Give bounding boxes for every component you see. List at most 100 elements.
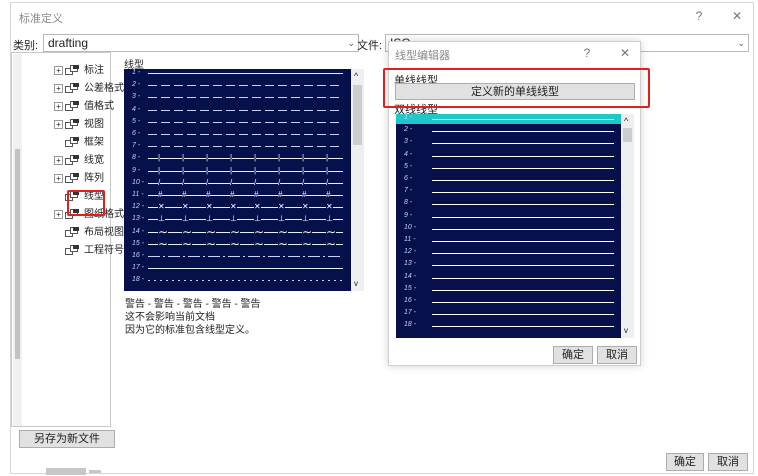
linetype-symbol: /: [254, 176, 257, 189]
scroll-up-icon[interactable]: ^: [624, 116, 628, 126]
linetype-scroll-thumb[interactable]: [353, 85, 362, 145]
linetype-symbol: ⊥: [326, 213, 333, 226]
linetype-row[interactable]: # # # # # # # #: [148, 189, 343, 201]
double-linetype-row[interactable]: [432, 265, 614, 267]
double-linetype-row[interactable]: [432, 192, 614, 194]
tree-item[interactable]: + 视图: [54, 115, 104, 131]
double-linetype-row[interactable]: [432, 167, 614, 169]
expand-icon[interactable]: +: [54, 65, 63, 75]
linetype-row[interactable]: [148, 146, 343, 148]
help-button[interactable]: ?: [689, 7, 709, 25]
save-as-new-file-button[interactable]: 另存为新文件: [19, 430, 115, 448]
row-number: 13 -: [404, 260, 417, 268]
linetype-row[interactable]: [148, 97, 343, 99]
row-number: 9 -: [132, 166, 141, 174]
linetype-row[interactable]: [148, 256, 343, 257]
linetype-symbol: ✕: [230, 201, 237, 214]
row-number: 12 -: [132, 203, 145, 211]
double-linetype-row[interactable]: [432, 143, 614, 145]
row-number: 14 -: [404, 272, 417, 280]
linetype-row[interactable]: [148, 109, 343, 111]
category-select[interactable]: drafting ⌄: [43, 34, 359, 52]
double-linetype-row[interactable]: [432, 277, 614, 279]
linetype-row[interactable]: ⊥ ⊥ ⊥ ⊥ ⊥ ⊥ ⊥ ⊥: [148, 213, 343, 226]
linetype-row[interactable]: [148, 280, 343, 282]
row-number: 6 -: [132, 130, 141, 137]
tree-item[interactable]: + 标注: [54, 61, 104, 77]
expand-icon[interactable]: +: [54, 173, 63, 183]
editor-close-button[interactable]: ✕: [615, 44, 635, 62]
double-linetype-row[interactable]: [432, 131, 614, 133]
linetype-row[interactable]: | | | | | | | |: [148, 152, 343, 165]
double-linetype-row[interactable]: [432, 216, 614, 218]
double-linetype-row[interactable]: [432, 119, 614, 120]
double-linetype-row[interactable]: [432, 302, 614, 303]
editor-scroll-thumb[interactable]: [623, 128, 632, 142]
linetype-row[interactable]: | | | | | | | |: [148, 164, 343, 177]
linetype-list[interactable]: 1 -2 -3 -4 -5 -6 -7 -8 - | | | | | | | | 9 - | | | | |…: [124, 69, 351, 291]
editor-help-button[interactable]: ?: [577, 44, 597, 62]
double-linetype-row[interactable]: [432, 204, 614, 206]
close-button[interactable]: ✕: [727, 7, 747, 25]
double-linetype-row[interactable]: [432, 241, 614, 242]
double-linetype-list[interactable]: 1 - 2 - 3 - 4 - 5 - 6 - 7 - 8 - 9 - 10 - 11 - 12 - 1…: [396, 114, 621, 338]
scroll-down-icon[interactable]: v: [354, 279, 358, 288]
tree-item[interactable]: + 值格式: [54, 97, 114, 113]
linetype-row[interactable]: / / / / / / / /: [148, 176, 343, 189]
linetype-row[interactable]: [148, 73, 343, 74]
tree-item[interactable]: 框架: [65, 133, 104, 149]
double-linetype-row[interactable]: [432, 314, 614, 316]
linetype-symbol: |: [278, 164, 281, 177]
expand-icon[interactable]: +: [54, 83, 63, 93]
linetype-symbol: ∼: [158, 236, 169, 251]
linetype-symbol: /: [278, 176, 281, 189]
folder-icon: [65, 136, 79, 148]
linetype-row[interactable]: [148, 134, 343, 135]
row-number: 3 -: [132, 93, 141, 101]
row-number: 10 -: [132, 178, 145, 186]
tree-item[interactable]: + 阵列: [54, 169, 104, 185]
folder-icon: [65, 82, 79, 94]
scroll-down-icon[interactable]: v: [624, 326, 628, 335]
double-linetype-row[interactable]: [432, 289, 614, 291]
scroll-up-icon[interactable]: ^: [354, 71, 358, 81]
double-linetype-row[interactable]: [432, 180, 614, 181]
linetype-symbol: ∼: [302, 224, 313, 239]
linetype-row[interactable]: [148, 268, 343, 270]
double-linetype-row[interactable]: [432, 155, 614, 157]
linetype-row[interactable]: ✕ ✕ ✕ ✕ ✕ ✕ ✕ ✕: [148, 201, 343, 214]
tree-item[interactable]: + 公差格式: [54, 79, 124, 95]
tree-item[interactable]: 工程符号: [65, 241, 124, 257]
expand-icon[interactable]: +: [54, 101, 63, 111]
category-tree[interactable]: + 标注 + 公差格式 + 值格式 + 视图 框架 + 线宽 + 阵列 线型 + 图纸格式 布局视图 工程符号: [11, 52, 124, 475]
expand-icon[interactable]: +: [54, 119, 63, 129]
row-number: 11 -: [132, 191, 144, 198]
linetype-scrollbar[interactable]: ^ v: [351, 69, 364, 291]
double-linetype-row[interactable]: [432, 326, 614, 328]
tree-item[interactable]: 布局视图: [65, 223, 124, 239]
linetype-symbol: ✕: [278, 201, 285, 214]
linetype-symbol: ✕: [254, 201, 261, 214]
editor-scrollbar[interactable]: ^ v: [621, 114, 634, 338]
linetype-row[interactable]: [148, 85, 343, 87]
tree-h-scroll-thumb[interactable]: [46, 468, 86, 475]
linetype-symbol: /: [302, 176, 305, 189]
linetype-row[interactable]: ∼ ∼ ∼ ∼ ∼ ∼ ∼ ∼: [148, 237, 343, 250]
annotation-box-editor: [383, 68, 650, 108]
editor-cancel-button[interactable]: 取消: [597, 346, 637, 364]
expand-icon[interactable]: +: [54, 155, 63, 165]
double-linetype-row[interactable]: [432, 228, 614, 230]
expand-icon[interactable]: +: [54, 209, 63, 219]
ok-button[interactable]: 确定: [666, 453, 704, 471]
double-linetype-row[interactable]: [432, 253, 614, 255]
cancel-button[interactable]: 取消: [708, 453, 748, 471]
linetype-row[interactable]: ∼ ∼ ∼ ∼ ∼ ∼ ∼ ∼: [148, 225, 343, 238]
linetype-row[interactable]: [148, 121, 343, 123]
tree-h-scroll-arrow[interactable]: [89, 470, 101, 473]
tree-scroll-thumb[interactable]: [15, 149, 20, 359]
tree-item[interactable]: + 线宽: [54, 151, 104, 167]
row-number: 12 -: [404, 248, 417, 256]
editor-ok-button[interactable]: 确定: [553, 346, 593, 364]
linetype-symbol: |: [158, 152, 161, 165]
tree-scrollbar[interactable]: [13, 54, 22, 426]
